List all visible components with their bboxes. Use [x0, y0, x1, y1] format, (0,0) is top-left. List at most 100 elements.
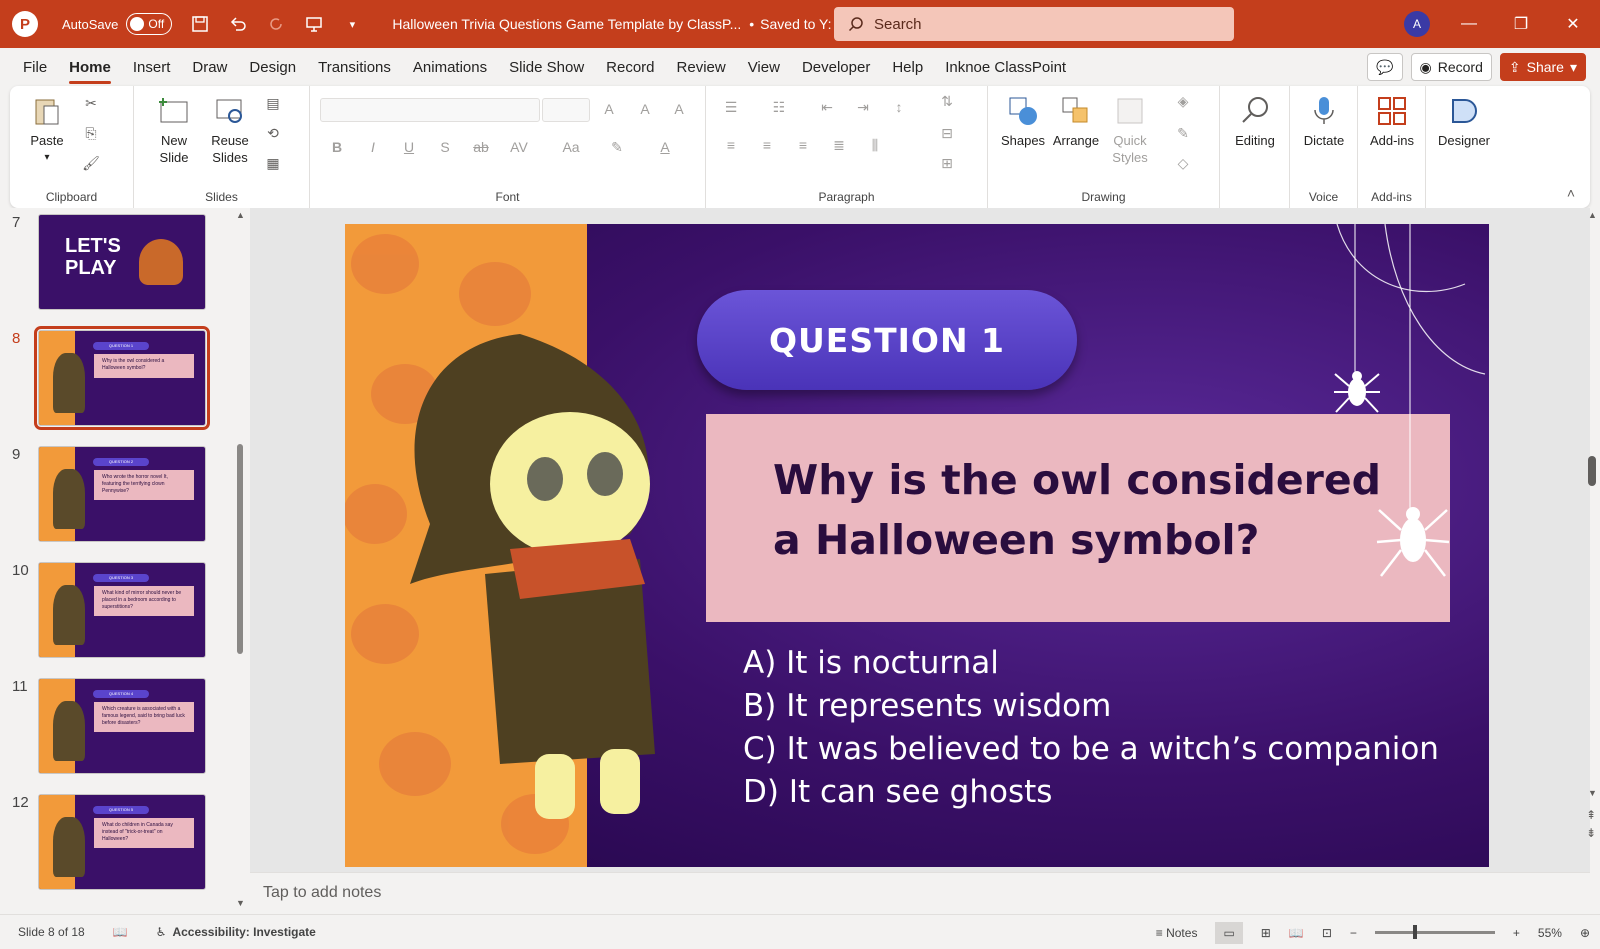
answer-b[interactable]: B) It represents wisdom	[743, 685, 1439, 728]
justify-icon[interactable]: ≣	[830, 136, 848, 154]
share-button[interactable]: ⇪ Share ▾	[1499, 53, 1586, 81]
shape-outline-icon[interactable]: ✎	[1174, 124, 1192, 142]
slide-sorter-icon[interactable]: ⊞	[1261, 926, 1271, 940]
underline-icon[interactable]: U	[400, 138, 418, 156]
new-slide-button[interactable]: New Slide	[146, 94, 202, 166]
slideshow-view-icon[interactable]: ⊡	[1322, 926, 1332, 940]
tab-slide-show[interactable]: Slide Show	[498, 48, 595, 86]
tab-insert[interactable]: Insert	[122, 48, 182, 86]
smartart-icon[interactable]: ⊞	[938, 154, 956, 172]
highlight-icon[interactable]: ✎	[608, 138, 626, 156]
document-title[interactable]: Halloween Trivia Questions Game Template…	[392, 16, 741, 32]
normal-view-icon[interactable]: ▭	[1215, 921, 1243, 944]
zoom-out-icon[interactable]: −	[1350, 926, 1357, 940]
copy-icon[interactable]: ⎘	[82, 124, 100, 142]
slide-thumbnail-selected[interactable]: QUESTION 1 Why is the owl considered a H…	[34, 326, 210, 430]
tab-classpoint[interactable]: Inknoe ClassPoint	[934, 48, 1077, 86]
change-case-icon[interactable]: Aa	[562, 138, 580, 156]
tab-draw[interactable]: Draw	[181, 48, 238, 86]
tab-developer[interactable]: Developer	[791, 48, 881, 86]
align-right-icon[interactable]: ≡	[794, 136, 812, 154]
clear-formatting-icon[interactable]: A	[670, 100, 688, 118]
avatar[interactable]: A	[1404, 11, 1430, 37]
increase-indent-icon[interactable]: ⇥	[854, 98, 872, 116]
answer-a[interactable]: A) It is nocturnal	[743, 642, 1439, 685]
font-name-combo[interactable]	[320, 98, 540, 122]
align-left-icon[interactable]: ≡	[722, 136, 740, 154]
align-text-icon[interactable]: ⊟	[938, 124, 956, 142]
tab-record[interactable]: Record	[595, 48, 665, 86]
scroll-up-icon[interactable]: ▲	[1588, 210, 1597, 220]
align-center-icon[interactable]: ≡	[758, 136, 776, 154]
tab-help[interactable]: Help	[881, 48, 934, 86]
record-button[interactable]: ◉ Record	[1410, 53, 1492, 81]
numbering-icon[interactable]: ☷	[770, 98, 788, 116]
quick-styles-button[interactable]: Quick Styles	[1104, 94, 1156, 166]
notes-toggle[interactable]: ≡ Notes	[1156, 926, 1198, 940]
shape-effects-icon[interactable]: ◇	[1174, 154, 1192, 172]
italic-icon[interactable]: I	[364, 138, 382, 156]
collapse-ribbon-icon[interactable]: ˄	[1562, 184, 1580, 202]
editor-scrollbar[interactable]: ▲ ▼ ⇞ ⇟	[1585, 208, 1600, 872]
question-label[interactable]: QUESTION 1	[697, 290, 1077, 390]
reuse-slides-button[interactable]: Reuse Slides	[202, 94, 258, 166]
tab-design[interactable]: Design	[238, 48, 307, 86]
text-direction-icon[interactable]: ⇅	[938, 92, 956, 110]
zoom-level[interactable]: 55%	[1538, 926, 1562, 940]
tab-review[interactable]: Review	[666, 48, 737, 86]
slide-thumbnail[interactable]: LET'S PLAY	[38, 214, 206, 310]
slide-thumbnail[interactable]: QUESTION 3 What kind of mirror should ne…	[38, 562, 206, 658]
decrease-indent-icon[interactable]: ⇤	[818, 98, 836, 116]
columns-icon[interactable]: ⫼	[866, 136, 884, 154]
layout-icon[interactable]: ▤	[264, 94, 282, 112]
scroll-down-icon[interactable]: ▼	[1588, 788, 1597, 798]
accessibility-icon[interactable]: ♿	[156, 925, 167, 939]
autosave-toggle[interactable]: Off	[126, 13, 173, 35]
customize-toolbar-icon[interactable]: ▾	[342, 14, 362, 34]
zoom-in-icon[interactable]: +	[1513, 926, 1520, 940]
font-color-icon[interactable]: A	[656, 138, 674, 156]
bold-icon[interactable]: B	[328, 138, 346, 156]
tab-file[interactable]: File	[12, 48, 58, 86]
restore-icon[interactable]: ❐	[1498, 0, 1544, 48]
undo-icon[interactable]	[228, 14, 248, 34]
tab-transitions[interactable]: Transitions	[307, 48, 402, 86]
strikethrough-icon[interactable]: ab	[472, 138, 490, 156]
dictate-button[interactable]: Dictate	[1298, 94, 1350, 149]
increase-font-icon[interactable]: A	[600, 100, 618, 118]
bullets-icon[interactable]: ☰	[722, 98, 740, 116]
slide-canvas[interactable]: QUESTION 1 Why is the owl considered a H…	[345, 224, 1489, 867]
shape-fill-icon[interactable]: ◈	[1174, 92, 1192, 110]
minimize-icon[interactable]: —	[1446, 0, 1492, 48]
reading-view-icon[interactable]: 📖	[1289, 926, 1304, 940]
line-spacing-icon[interactable]: ↕	[890, 98, 908, 116]
section-icon[interactable]: ▦	[264, 154, 282, 172]
slide-counter[interactable]: Slide 8 of 18	[18, 925, 85, 939]
format-painter-icon[interactable]: 🖌	[82, 154, 100, 172]
spacing-icon[interactable]: AV	[510, 138, 528, 156]
tab-home[interactable]: Home	[58, 48, 122, 86]
book-icon[interactable]: 📖	[113, 925, 128, 939]
reset-icon[interactable]: ⟲	[264, 124, 282, 142]
slide-thumbnail[interactable]: QUESTION 5 What do children in Canada sa…	[38, 794, 206, 890]
slide-thumbnail[interactable]: QUESTION 2 Who wrote the horror novel It…	[38, 446, 206, 542]
scroll-thumb[interactable]	[237, 444, 243, 654]
paste-button[interactable]: Paste ▾	[24, 94, 70, 166]
scroll-up-icon[interactable]: ▲	[236, 210, 245, 220]
zoom-slider[interactable]	[1374, 925, 1495, 939]
save-icon[interactable]	[190, 14, 210, 34]
search-box[interactable]: Search	[834, 7, 1234, 41]
slides-scrollbar[interactable]: ▲ ▼	[235, 208, 245, 908]
designer-button[interactable]: Designer	[1436, 94, 1492, 149]
accessibility-status[interactable]: Accessibility: Investigate	[172, 925, 315, 939]
tab-animations[interactable]: Animations	[402, 48, 498, 86]
shadow-icon[interactable]: S	[436, 138, 454, 156]
arrange-button[interactable]: Arrange	[1050, 94, 1102, 149]
answer-d[interactable]: D) It can see ghosts	[743, 771, 1439, 814]
editing-button[interactable]: Editing	[1228, 94, 1282, 149]
slide-thumbnail[interactable]: QUESTION 4 Which creature is associated …	[38, 678, 206, 774]
notes-pane[interactable]: Tap to add notes	[250, 872, 1590, 914]
redo-icon[interactable]	[266, 14, 286, 34]
prev-slide-icon[interactable]: ⇞	[1586, 808, 1596, 822]
next-slide-icon[interactable]: ⇟	[1586, 826, 1596, 840]
